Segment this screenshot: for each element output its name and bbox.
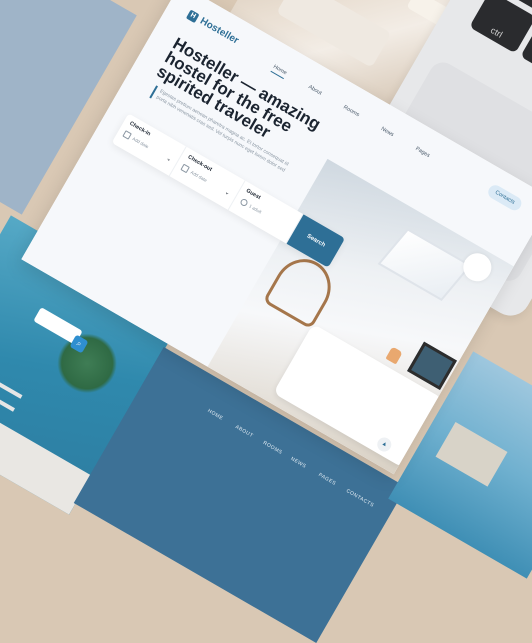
blue-card-nav-item: ABOUT — [234, 424, 255, 440]
key: ctrl — [469, 0, 532, 54]
blue-card-nav-item: PAGES — [317, 472, 337, 487]
blue-card-nav-item: CONTACTS — [344, 488, 375, 509]
skylight-window — [377, 228, 472, 301]
calendar-icon — [180, 163, 191, 174]
blue-card-nav-item: ROOMS — [261, 440, 284, 456]
checkin-value: Add date — [131, 136, 150, 150]
blue-card-nav-item: HOME — [206, 408, 225, 422]
checkout-value: Add date — [189, 169, 208, 184]
guests-value: 1 adult — [248, 203, 263, 215]
calendar-icon — [122, 130, 132, 140]
user-icon — [238, 197, 249, 208]
chevron-down-icon: ⌄ — [165, 155, 173, 164]
bedside-lamp — [385, 346, 403, 365]
blue-card-nav-item: NEWS — [289, 456, 308, 470]
pool-rail — [0, 370, 23, 399]
chevron-down-icon: ⌄ — [223, 189, 231, 198]
building-shape — [435, 422, 508, 487]
pendant-lamp — [458, 248, 497, 287]
